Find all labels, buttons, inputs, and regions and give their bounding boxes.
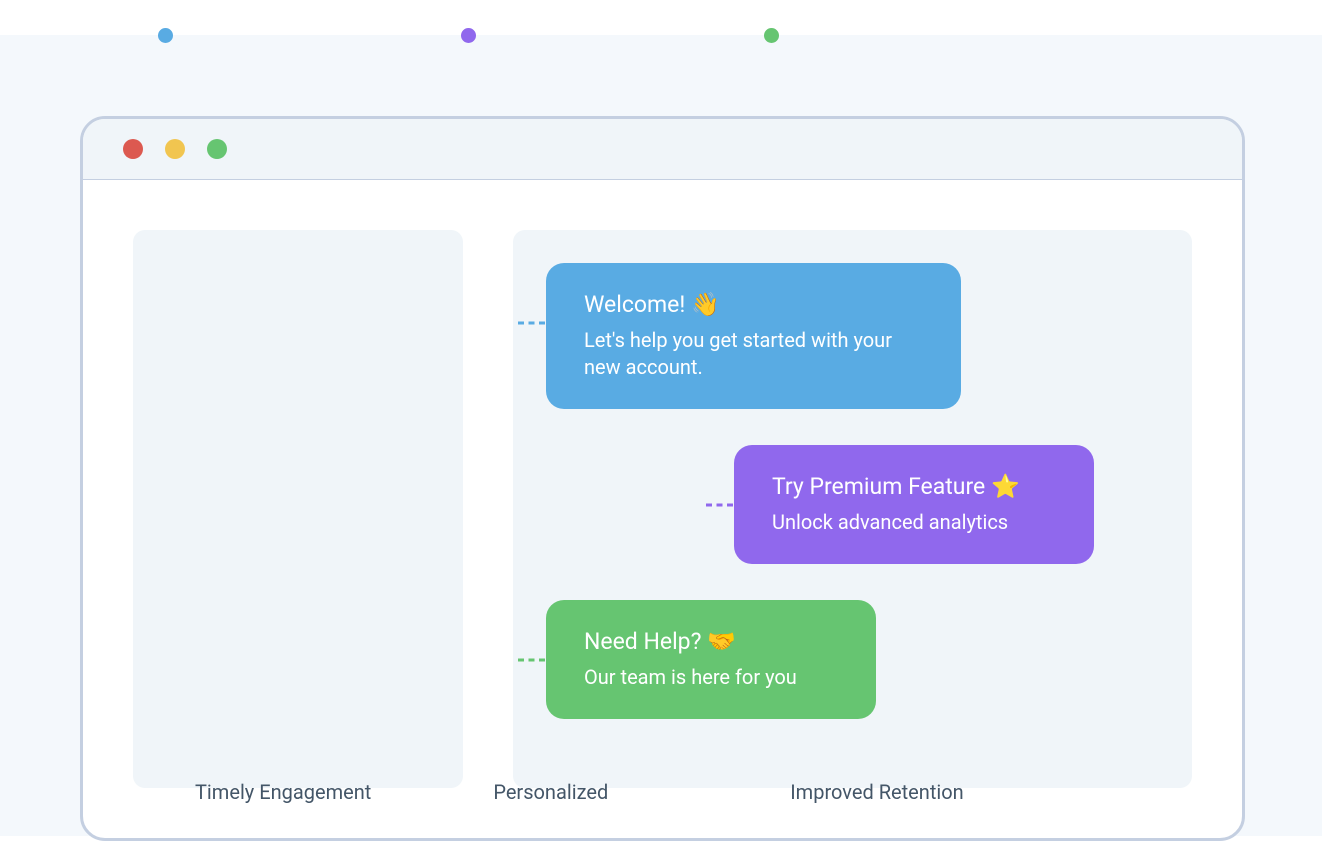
- close-icon[interactable]: [123, 139, 143, 159]
- connector-line: [706, 503, 733, 506]
- feature-label-personalized: Personalized: [493, 780, 608, 804]
- notification-subtitle: Our team is here for you: [584, 664, 838, 691]
- minimize-icon[interactable]: [165, 139, 185, 159]
- top-feature-indicators: [158, 28, 779, 43]
- sidebar-panel: [133, 230, 463, 788]
- indicator-dot-green: [764, 28, 779, 43]
- connector-line: [518, 322, 545, 325]
- feature-label-timely: Timely Engagement: [195, 780, 371, 804]
- notification-title: Try Premium Feature ⭐: [772, 473, 1056, 500]
- indicator-dot-purple: [461, 28, 476, 43]
- browser-window: Welcome! 👋 Let's help you get started wi…: [80, 116, 1245, 841]
- premium-notification[interactable]: Try Premium Feature ⭐ Unlock advanced an…: [734, 445, 1094, 564]
- browser-body: Welcome! 👋 Let's help you get started wi…: [83, 180, 1242, 838]
- notification-title: Welcome! 👋: [584, 291, 923, 318]
- feature-labels-row: Timely Engagement Personalized Improved …: [195, 780, 964, 804]
- connector-line: [518, 658, 545, 661]
- notification-title: Need Help? 🤝: [584, 628, 838, 655]
- indicator-dot-blue: [158, 28, 173, 43]
- maximize-icon[interactable]: [207, 139, 227, 159]
- feature-label-retention: Improved Retention: [790, 780, 963, 804]
- browser-titlebar: [83, 119, 1242, 180]
- welcome-notification[interactable]: Welcome! 👋 Let's help you get started wi…: [546, 263, 961, 409]
- help-notification[interactable]: Need Help? 🤝 Our team is here for you: [546, 600, 876, 719]
- content-panel: Welcome! 👋 Let's help you get started wi…: [513, 230, 1192, 788]
- notification-subtitle: Unlock advanced analytics: [772, 509, 1056, 536]
- notification-subtitle: Let's help you get started with your new…: [584, 327, 923, 381]
